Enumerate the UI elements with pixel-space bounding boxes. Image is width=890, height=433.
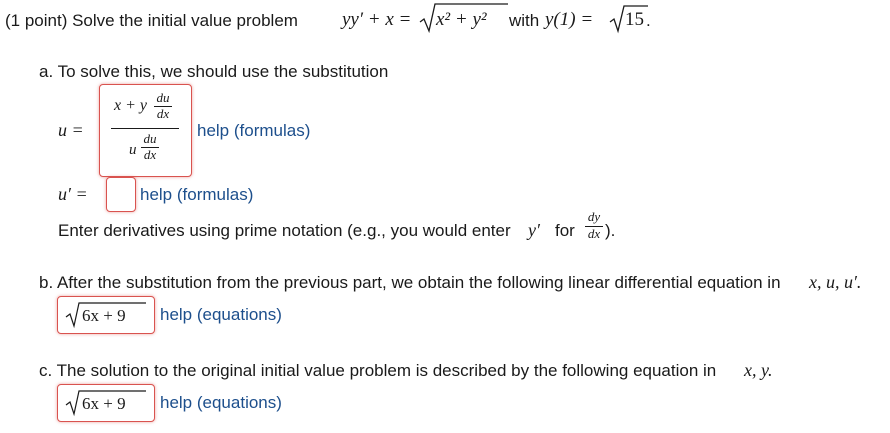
note-text: Enter derivatives using prime notation (… xyxy=(58,221,511,240)
help-formulas-link[interactable]: help (formulas) xyxy=(140,185,253,205)
note-dx: dx xyxy=(587,226,601,241)
u-equals-label: u = xyxy=(58,120,84,140)
solution-answer-box[interactable]: 6x + 9 xyxy=(57,384,155,422)
ode-radicand: x² + y² xyxy=(436,9,487,30)
help-equations-link[interactable]: help (equations) xyxy=(160,393,282,413)
points-label: (1 point) Solve the initial value proble… xyxy=(5,11,298,30)
numerator-du: du xyxy=(156,90,170,105)
ode-lhs: yy′ + x = xyxy=(342,9,412,30)
linear-ode-answer-value: 6x + 9 xyxy=(82,306,126,325)
part-a-label: a. To solve this, we should use the subs… xyxy=(39,62,389,81)
initial-condition-radicand: 15 xyxy=(625,9,644,30)
period: . xyxy=(646,11,651,30)
with-label: with xyxy=(509,11,540,30)
note-dy: dy xyxy=(587,209,601,224)
help-equations-link[interactable]: help (equations) xyxy=(160,305,282,325)
numerator-left: x + y xyxy=(114,97,147,114)
numerator-dx: dx xyxy=(156,106,170,121)
note-close: ). xyxy=(605,221,616,240)
main-fraction-bar xyxy=(111,128,179,129)
denominator-u: u xyxy=(129,142,137,158)
part-c-vars: x, y. xyxy=(744,360,773,380)
substitution-answer-box[interactable]: x + y du dx u du dx xyxy=(99,84,192,177)
solution-answer-value: 6x + 9 xyxy=(82,394,126,413)
part-b-vars: x, u, u′. xyxy=(809,272,862,292)
denominator-dx: dx xyxy=(143,147,157,162)
initial-condition-lhs: y(1) = xyxy=(545,9,594,30)
denominator-du: du xyxy=(143,131,157,146)
note-y-prime: y′ xyxy=(528,220,540,240)
part-b-label: b. After the substitution from the previ… xyxy=(39,273,781,292)
u-prime-answer-box[interactable] xyxy=(106,177,136,212)
linear-ode-answer-box[interactable]: 6x + 9 xyxy=(57,296,155,334)
part-c-label: c. The solution to the original initial … xyxy=(39,361,717,380)
help-formulas-link[interactable]: help (formulas) xyxy=(197,121,310,141)
u-prime-equals-label: u′ = xyxy=(58,184,88,204)
note-for: for xyxy=(555,221,575,240)
